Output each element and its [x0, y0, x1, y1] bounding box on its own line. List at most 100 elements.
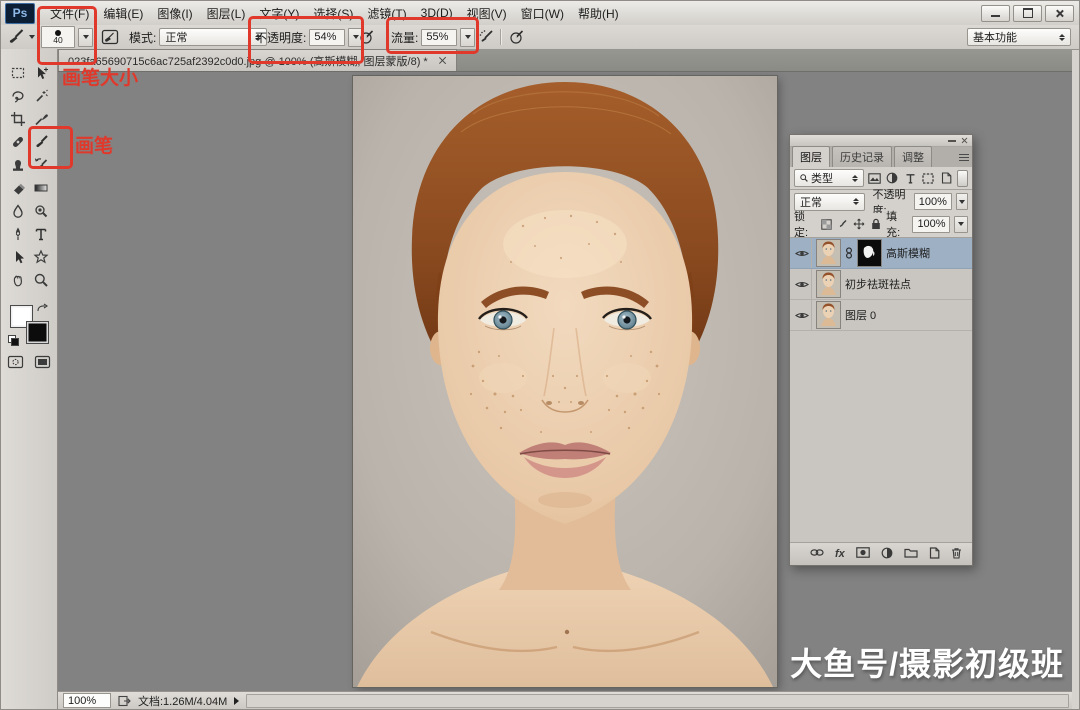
menu-3d[interactable]: 3D(D) — [414, 1, 460, 25]
status-options-arrow[interactable] — [234, 697, 239, 705]
fill-input[interactable]: 100% — [912, 216, 950, 233]
tool-clone-stamp[interactable] — [6, 153, 29, 176]
lock-row: 锁定: 填充: 100% — [790, 213, 972, 238]
panel-menu-icon[interactable] — [959, 152, 969, 163]
menu-window[interactable]: 窗口(W) — [514, 1, 571, 25]
tool-custom-shape[interactable] — [29, 245, 52, 268]
opacity-pressure-toggle[interactable] — [359, 25, 375, 49]
layer-row-layer0[interactable]: 图层 0 — [790, 300, 972, 331]
brush-size-preview[interactable]: 40 — [41, 26, 75, 48]
filter-pixel-icon[interactable] — [868, 171, 882, 185]
delete-layer-button[interactable] — [951, 547, 962, 562]
flow-pressure-toggle[interactable] — [509, 25, 525, 49]
tool-pen[interactable] — [6, 222, 29, 245]
layer-style-button[interactable]: fx — [835, 548, 845, 560]
tab-adjustments[interactable]: 调整 — [894, 146, 932, 167]
tool-gradient[interactable] — [29, 176, 52, 199]
menu-select[interactable]: 选择(S) — [306, 1, 360, 25]
tool-magic-wand[interactable] — [29, 84, 52, 107]
photo-document[interactable] — [353, 76, 777, 687]
filter-toggle-switch[interactable] — [957, 170, 968, 187]
new-group-button[interactable] — [904, 547, 918, 561]
tool-eraser[interactable] — [6, 176, 29, 199]
collapse-panel-icon[interactable] — [948, 140, 956, 142]
zoom-level-input[interactable]: 100% — [63, 693, 111, 708]
tool-blur[interactable] — [6, 199, 29, 222]
opacity-label: 不透明度: — [255, 29, 306, 46]
menu-file[interactable]: 文件(F) — [43, 1, 96, 25]
tab-history[interactable]: 历史记录 — [832, 146, 892, 167]
filter-adjustment-icon[interactable] — [885, 171, 899, 185]
tool-rectangular-marquee[interactable] — [6, 61, 29, 84]
layer-name: 图层 0 — [845, 307, 876, 323]
link-layers-button[interactable] — [810, 548, 824, 560]
flow-dropdown-button[interactable] — [460, 28, 475, 47]
menu-view[interactable]: 视图(V) — [460, 1, 514, 25]
flow-input[interactable]: 55% — [421, 29, 457, 46]
workspace-select[interactable]: 基本功能 — [967, 28, 1071, 46]
new-adjustment-button[interactable] — [881, 547, 893, 562]
tool-history-brush[interactable] — [29, 153, 52, 176]
close-button[interactable] — [1045, 5, 1074, 22]
brush-panel-toggle[interactable] — [101, 25, 119, 49]
filter-type-icon[interactable] — [903, 171, 917, 185]
layer-row-gaussian-blur[interactable]: 高斯模糊 — [790, 238, 972, 269]
quick-mask-button[interactable] — [7, 355, 24, 374]
lock-all-icon[interactable] — [870, 217, 882, 231]
lock-pixels-icon[interactable] — [837, 217, 849, 231]
opacity-input[interactable]: 54% — [309, 29, 345, 46]
swap-colors-icon[interactable] — [36, 301, 48, 319]
screen-mode-button[interactable] — [34, 355, 51, 374]
visibility-toggle[interactable] — [792, 300, 812, 330]
menu-edit[interactable]: 编辑(E) — [96, 1, 150, 25]
annotation-brush-size-text: 画笔大小 — [62, 63, 138, 90]
airbrush-toggle[interactable] — [478, 25, 495, 49]
tab-layers[interactable]: 图层 — [792, 146, 830, 167]
filter-smart-object-icon[interactable] — [939, 171, 953, 185]
brush-tool-preset[interactable] — [6, 25, 35, 49]
fill-dropdown[interactable] — [954, 216, 968, 233]
layer-opacity-input[interactable]: 100% — [914, 193, 952, 210]
layer-thumbnail[interactable] — [816, 301, 841, 329]
maximize-button[interactable] — [1013, 5, 1042, 22]
background-color[interactable] — [26, 321, 49, 344]
mode-group: 模式: 正常 — [129, 25, 267, 49]
layer-mask-thumbnail[interactable] — [857, 239, 882, 267]
menu-filter[interactable]: 滤镜(T) — [360, 1, 413, 25]
minimize-button[interactable] — [981, 5, 1010, 22]
menu-layer[interactable]: 图层(L) — [200, 1, 253, 25]
tool-dodge[interactable] — [29, 199, 52, 222]
tool-hand[interactable] — [6, 268, 29, 291]
tool-lasso[interactable] — [6, 84, 29, 107]
tool-zoom[interactable] — [29, 268, 52, 291]
add-mask-button[interactable] — [856, 547, 870, 561]
tool-brush[interactable] — [29, 130, 52, 153]
filter-type-select[interactable]: 类型 — [794, 169, 864, 187]
filter-shape-icon[interactable] — [921, 171, 935, 185]
layer-row-spot-removal[interactable]: 初步祛斑祛点 — [790, 269, 972, 300]
mode-select[interactable]: 正常 — [159, 28, 267, 46]
visibility-toggle[interactable] — [792, 238, 812, 268]
tool-crop[interactable] — [6, 107, 29, 130]
tool-type[interactable] — [29, 222, 52, 245]
tab-close-icon[interactable] — [438, 56, 447, 65]
tool-move[interactable] — [29, 61, 52, 84]
new-layer-button[interactable] — [929, 547, 940, 562]
brush-size-dropdown-button[interactable] — [78, 28, 93, 47]
visibility-toggle[interactable] — [792, 269, 812, 299]
tool-path-selection[interactable] — [6, 245, 29, 268]
close-panel-icon[interactable] — [961, 137, 968, 144]
chevron-down-icon — [465, 35, 471, 39]
brush-size-control[interactable]: 40 — [41, 25, 93, 49]
default-colors-icon[interactable] — [8, 335, 19, 345]
lock-position-icon[interactable] — [853, 217, 865, 231]
lock-transparency-icon[interactable] — [820, 217, 832, 231]
menu-type[interactable]: 文字(Y) — [252, 1, 306, 25]
menu-help[interactable]: 帮助(H) — [571, 1, 626, 25]
layer-opacity-dropdown[interactable] — [956, 193, 968, 210]
layer-thumbnail[interactable] — [816, 270, 841, 298]
menu-image[interactable]: 图像(I) — [150, 1, 199, 25]
tool-spot-healing-brush[interactable] — [6, 130, 29, 153]
layer-thumbnail[interactable] — [816, 239, 841, 267]
tool-eyedropper[interactable] — [29, 107, 52, 130]
